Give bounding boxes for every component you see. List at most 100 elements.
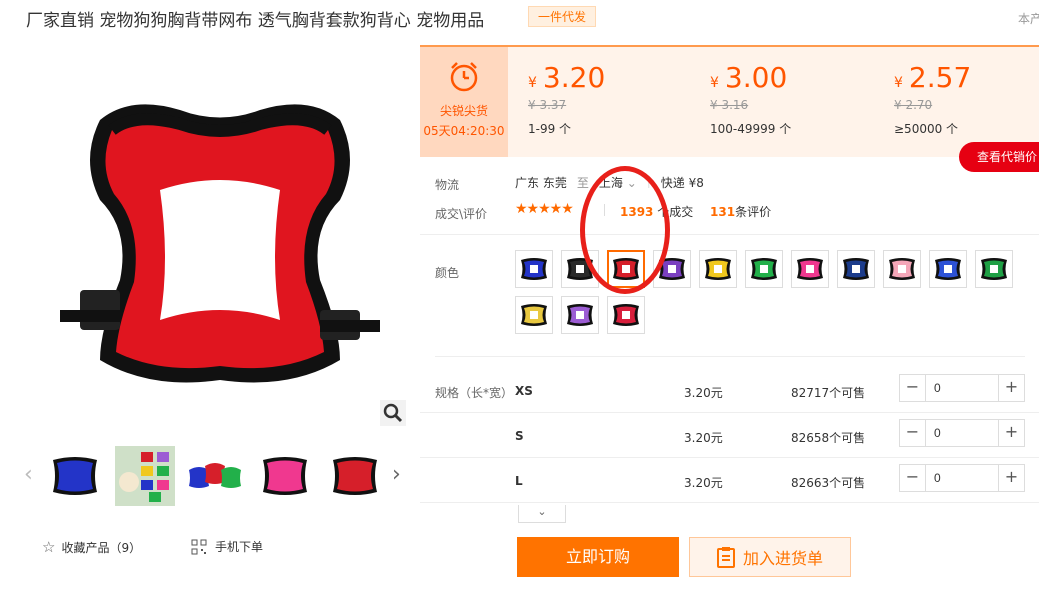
spec-row: 规格（长*宽） XS 3.20元 82717个可售 − + bbox=[420, 368, 1039, 413]
mobile-order-label: 手机下单 bbox=[215, 540, 264, 554]
tier-price: 3.20 bbox=[542, 61, 606, 94]
currency-symbol: ¥ bbox=[528, 75, 537, 91]
favorite-product-button[interactable]: ☆ 收藏产品（9） bbox=[42, 538, 141, 556]
main-product-image[interactable] bbox=[40, 50, 400, 420]
thumbnail[interactable] bbox=[115, 446, 175, 506]
color-swatch[interactable] bbox=[699, 250, 737, 288]
plus-button[interactable]: + bbox=[998, 465, 1024, 491]
thumb-next-icon[interactable]: › bbox=[392, 462, 401, 487]
color-swatch[interactable] bbox=[515, 296, 553, 334]
color-swatch[interactable] bbox=[929, 250, 967, 288]
minus-button[interactable]: − bbox=[900, 465, 926, 491]
logistics-info: 广东 东莞 至 上海 ⌄ | 快递 ¥8 bbox=[515, 174, 704, 191]
destination-select[interactable]: 上海 ⌄ bbox=[599, 174, 637, 191]
spec-size: L bbox=[515, 474, 523, 488]
spec-stock: 82717个可售 bbox=[791, 386, 866, 400]
rating-stars-icon: ★★★★★ bbox=[515, 201, 574, 217]
deal-number: 1393 bbox=[620, 205, 654, 219]
spec-stock: 82663个可售 bbox=[791, 476, 866, 490]
buy-now-button[interactable]: 立即订购 bbox=[517, 537, 679, 577]
color-label: 颜色 bbox=[435, 266, 460, 280]
dropship-badge: 一件代发 bbox=[528, 6, 597, 27]
add-to-list-button[interactable]: 加入进货单 bbox=[689, 537, 851, 577]
tier-old-price: ¥ 2.70 bbox=[894, 98, 933, 112]
spec-price: 3.20元 bbox=[684, 386, 723, 400]
logistics-label: 物流 bbox=[435, 178, 460, 192]
color-swatch-list bbox=[515, 250, 1025, 334]
thumbnail[interactable] bbox=[325, 446, 385, 506]
flash-sale-title: 尖锐尖货 bbox=[439, 104, 488, 118]
express-fee: 快递 ¥8 bbox=[660, 176, 704, 190]
alarm-clock-icon bbox=[450, 62, 478, 92]
tier-range: 1-99 个 bbox=[528, 122, 572, 136]
mobile-order-button[interactable]: 手机下单 bbox=[191, 538, 263, 555]
spec-size: XS bbox=[515, 384, 533, 398]
plus-button[interactable]: + bbox=[998, 420, 1024, 446]
spec-stock: 82658个可售 bbox=[791, 431, 866, 445]
view-agent-price-button[interactable]: 查看代销价 bbox=[959, 142, 1039, 172]
deal-count[interactable]: 1393 个成交 bbox=[620, 203, 693, 220]
thumbnail-strip bbox=[45, 446, 385, 506]
deals-label: 成交\评价 bbox=[435, 207, 488, 221]
color-swatch[interactable] bbox=[515, 250, 553, 288]
to-text: 至 bbox=[576, 176, 589, 190]
add-to-list-label: 加入进货单 bbox=[742, 549, 823, 568]
deal-suffix: 个成交 bbox=[657, 205, 694, 219]
spec-price: 3.20元 bbox=[684, 476, 723, 490]
review-suffix: 条评价 bbox=[735, 205, 772, 219]
currency-symbol: ¥ bbox=[710, 75, 719, 91]
divider bbox=[435, 356, 1025, 357]
quantity-input[interactable] bbox=[926, 375, 998, 401]
minus-button[interactable]: − bbox=[900, 375, 926, 401]
color-swatch[interactable] bbox=[745, 250, 783, 288]
tier-price: 2.57 bbox=[908, 61, 972, 94]
quantity-input[interactable] bbox=[926, 420, 998, 446]
top-right-link[interactable]: 本产 bbox=[1018, 10, 1039, 27]
spec-price: 3.20元 bbox=[684, 431, 723, 445]
spec-size: S bbox=[515, 429, 524, 443]
spec-row: S 3.20元 82658个可售 − + bbox=[420, 413, 1039, 458]
thumbnail[interactable] bbox=[255, 446, 315, 506]
qr-code-icon bbox=[191, 539, 207, 554]
thumbnail[interactable] bbox=[185, 446, 245, 506]
destination-value: 上海 bbox=[598, 176, 623, 190]
flash-sale-block: 尖锐尖货 05天04:20:30 bbox=[420, 47, 508, 157]
expand-chevron-icon[interactable]: ⌄ bbox=[518, 505, 566, 523]
clipboard-icon bbox=[716, 547, 735, 568]
color-swatch[interactable] bbox=[561, 296, 599, 334]
color-swatch[interactable] bbox=[975, 250, 1013, 288]
color-swatch[interactable] bbox=[837, 250, 875, 288]
divider bbox=[604, 204, 605, 216]
product-title: 厂家直销 宠物狗狗胸背带网布 透气胸背套款狗背心 宠物用品 bbox=[26, 11, 485, 31]
quantity-stepper: − + bbox=[899, 419, 1025, 447]
color-swatch[interactable] bbox=[607, 296, 645, 334]
thumb-prev-icon[interactable]: ‹ bbox=[24, 462, 33, 487]
review-count[interactable]: 131条评价 bbox=[710, 203, 771, 220]
tier-old-price: ¥ 3.16 bbox=[710, 98, 749, 112]
thumbnail[interactable] bbox=[45, 446, 105, 506]
quantity-stepper: − + bbox=[899, 464, 1025, 492]
plus-button[interactable]: + bbox=[998, 375, 1024, 401]
tier-range: ≥50000 个 bbox=[894, 122, 959, 136]
color-swatch[interactable] bbox=[883, 250, 921, 288]
spec-row: L 3.20元 82663个可售 − + bbox=[420, 458, 1039, 503]
color-swatch[interactable] bbox=[561, 250, 599, 288]
color-swatch[interactable] bbox=[653, 250, 691, 288]
price-panel: 尖锐尖货 05天04:20:30 ¥3.20 ¥ 3.37 1-99 个 ¥3.… bbox=[420, 45, 1039, 157]
divider bbox=[420, 234, 1039, 235]
spec-label: 规格（长*宽） bbox=[435, 386, 514, 400]
tier-range: 100-49999 个 bbox=[710, 122, 792, 136]
zoom-icon[interactable] bbox=[380, 400, 406, 426]
quantity-input[interactable] bbox=[926, 465, 998, 491]
price-tier: ¥3.00 ¥ 3.16 100-49999 个 bbox=[710, 61, 791, 137]
color-swatch[interactable] bbox=[791, 250, 829, 288]
minus-button[interactable]: − bbox=[900, 420, 926, 446]
color-swatch[interactable] bbox=[607, 250, 645, 288]
price-tier: ¥2.57 ¥ 2.70 ≥50000 个 bbox=[894, 61, 971, 137]
star-outline-icon: ☆ bbox=[42, 538, 56, 556]
review-number: 131 bbox=[710, 205, 736, 219]
favorite-label: 收藏产品（9） bbox=[61, 540, 142, 555]
quantity-stepper: − + bbox=[899, 374, 1025, 402]
flash-sale-countdown: 05天04:20:30 bbox=[423, 124, 505, 138]
price-tier: ¥3.20 ¥ 3.37 1-99 个 bbox=[528, 61, 605, 137]
